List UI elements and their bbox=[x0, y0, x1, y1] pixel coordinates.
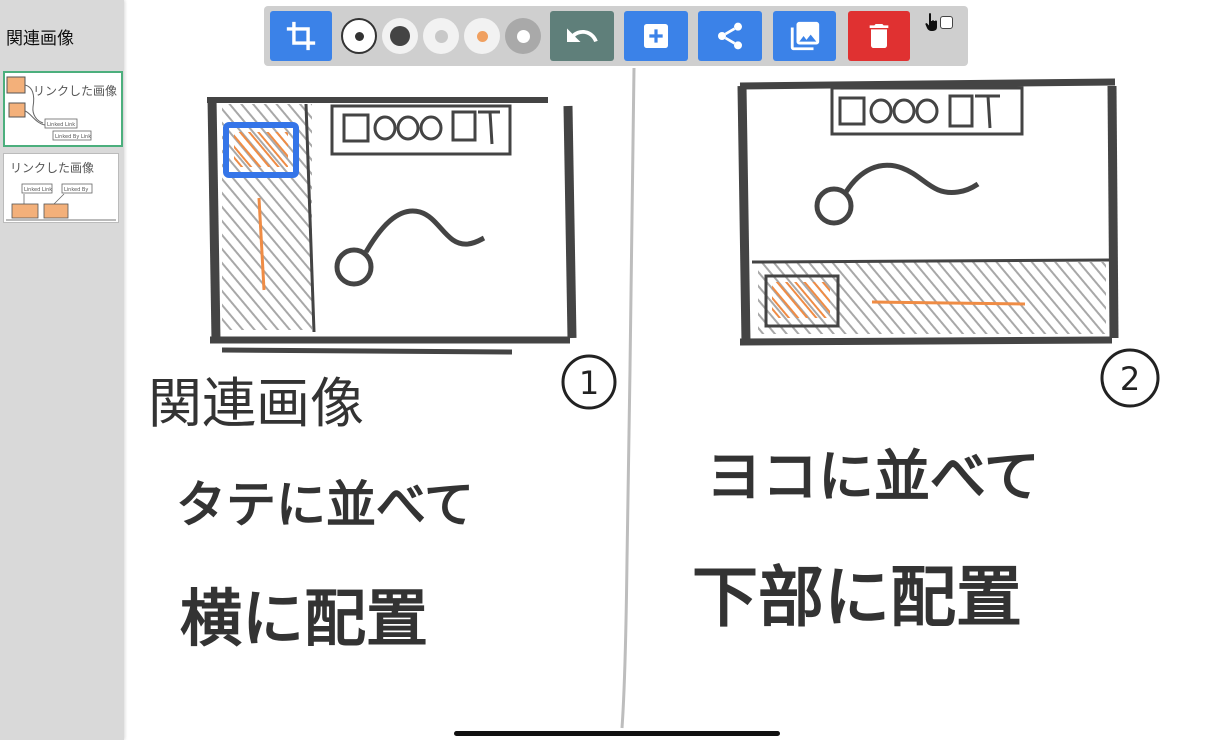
panel-1-line-2: タテに並べて bbox=[176, 476, 474, 534]
photo-library-icon bbox=[790, 21, 819, 51]
plus-icon bbox=[644, 24, 668, 48]
pen-thin-dark-button[interactable] bbox=[341, 18, 377, 54]
thumbnail-2[interactable]: リンクした画像 Linked Link Linked By bbox=[3, 153, 119, 223]
thumbnail-1[interactable]: リンクした画像 Linked Link Linked By Link bbox=[3, 71, 123, 147]
pen-thick-dark-button[interactable] bbox=[382, 18, 418, 54]
panel-1-sketch: 1 関連画像 タテに並べて 横に配置 bbox=[148, 97, 617, 655]
thumbnail-2-link-2: Linked By bbox=[64, 187, 88, 193]
thumbnail-1-label: リンクした画像 bbox=[33, 84, 117, 98]
panel-1-line-1: 関連画像 bbox=[148, 372, 364, 435]
thumbnail-2-sketch: リンクした画像 Linked Link Linked By bbox=[6, 161, 116, 221]
touch-mode-checkbox[interactable] bbox=[940, 15, 953, 29]
panel-2-sketch: 2 ヨコに並べて 下部に配置 bbox=[692, 78, 1160, 636]
panel-1-line-3: 横に配置 bbox=[180, 582, 428, 655]
sidebar-title: 関連画像 bbox=[6, 29, 74, 49]
dot-icon bbox=[354, 31, 364, 41]
add-button[interactable] bbox=[624, 11, 688, 61]
sidebar: 関連画像 リンクした画像 Linked Link Linked By Link … bbox=[0, 0, 124, 740]
dot-icon bbox=[516, 29, 530, 43]
dot-icon bbox=[434, 29, 448, 43]
thumbnail-1-sketch: リンクした画像 Linked Link Linked By Link bbox=[6, 76, 117, 141]
drawing-sketch: 1 関連画像 タテに並べて 横に配置 2 ヨコに並べて 下部に配置 bbox=[148, 67, 1160, 729]
toolbar bbox=[264, 6, 968, 66]
home-indicator bbox=[454, 731, 780, 736]
undo-button[interactable] bbox=[550, 11, 614, 61]
drawing-canvas[interactable]: 1 関連画像 タテに並べて 横に配置 2 ヨコに並べて 下部に配置 bbox=[125, 0, 1232, 740]
undo-icon bbox=[567, 28, 598, 42]
dot-icon bbox=[390, 26, 410, 46]
panel-2-line-1: ヨコに並べて bbox=[706, 445, 1040, 510]
gallery-button[interactable] bbox=[773, 11, 836, 61]
pen-white-button[interactable] bbox=[505, 18, 541, 54]
thumbnail-2-label: リンクした画像 bbox=[10, 161, 94, 175]
pen-orange-button[interactable] bbox=[464, 18, 500, 54]
share-button[interactable] bbox=[698, 11, 762, 61]
trash-icon bbox=[869, 24, 889, 48]
delete-button[interactable] bbox=[848, 11, 910, 61]
thumbnail-1-link-1: Linked Link bbox=[47, 122, 75, 128]
share-icon bbox=[718, 22, 742, 50]
crop-button[interactable] bbox=[270, 11, 332, 61]
crop-icon bbox=[286, 21, 316, 51]
hand-pointer-icon bbox=[925, 13, 937, 31]
panel-2-number: 2 bbox=[1120, 360, 1140, 398]
pen-light-gray-button[interactable] bbox=[423, 18, 459, 54]
panel-1-number: 1 bbox=[579, 364, 599, 402]
panel-divider bbox=[620, 67, 636, 729]
thumbnail-2-link-1: Linked Link bbox=[24, 187, 52, 193]
thumbnail-1-link-2: Linked By Link bbox=[55, 134, 91, 140]
touch-mode-toggle[interactable] bbox=[924, 12, 953, 32]
panel-2-line-2: 下部に配置 bbox=[692, 559, 1022, 636]
dot-icon bbox=[476, 30, 488, 42]
